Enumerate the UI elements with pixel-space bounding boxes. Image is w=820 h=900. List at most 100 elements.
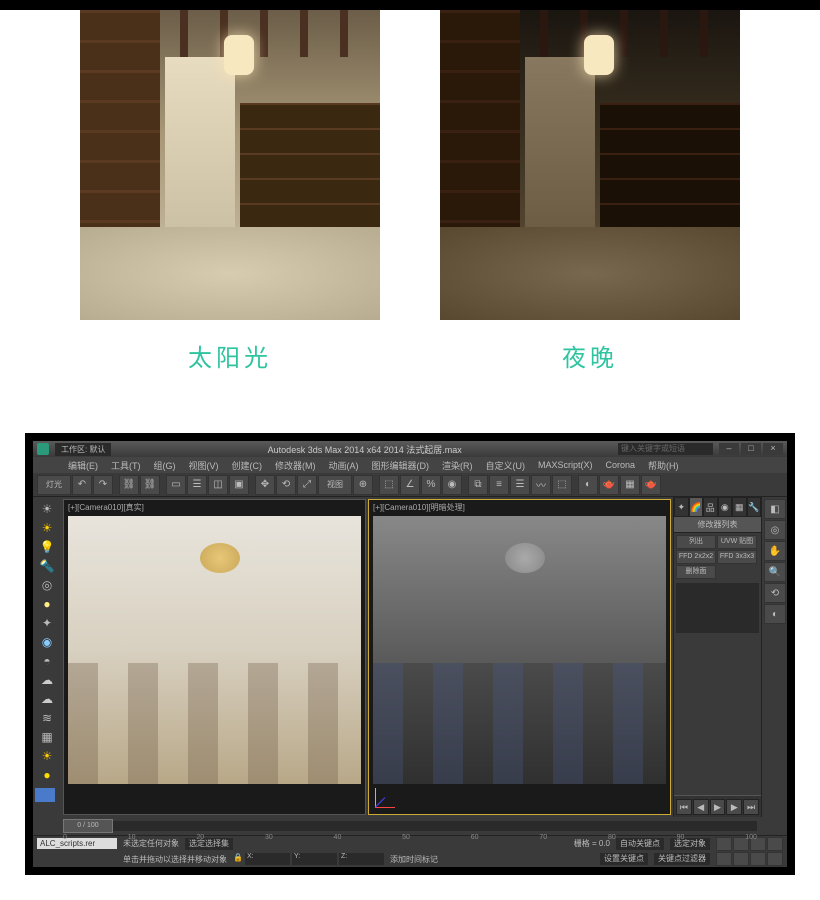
undo-button[interactable]: ↶ [72,475,92,495]
menu-graph[interactable]: 图形编辑器(D) [367,459,435,472]
tab-modify[interactable]: 🌈 [689,497,704,517]
menu-animation[interactable]: 动画(A) [324,459,364,472]
menu-render[interactable]: 渲染(R) [437,459,478,472]
menu-views[interactable]: 视图(V) [184,459,224,472]
close-button[interactable]: × [763,443,783,455]
render-button[interactable]: 🫖 [641,475,661,495]
render-setup-button[interactable]: 🫖 [599,475,619,495]
align-button[interactable]: ≡ [489,475,509,495]
mirror-button[interactable]: ⧉ [468,475,488,495]
next-frame-button[interactable]: ▶ [726,799,742,815]
nav-maximize-icon[interactable] [733,852,749,866]
z-coord-input[interactable]: Z: [339,853,384,865]
goto-start-button[interactable]: ⏮ [676,799,692,815]
viewport-right[interactable]: [+][Camera010][明暗处理] [368,499,671,815]
tab-motion[interactable]: ◉ [718,497,733,517]
sun-icon[interactable]: ☀ [35,518,59,537]
move-button[interactable]: ✥ [255,475,275,495]
sunlight-icon[interactable]: ☀ [35,746,59,765]
yellow-light-icon[interactable]: ● [35,765,59,784]
modifier-stack[interactable] [676,583,759,633]
setkey-button[interactable]: 设置关键点 [600,853,648,865]
fog-icon[interactable]: ≋ [35,708,59,727]
filter-button[interactable]: ▣ [229,475,249,495]
panel-btn-delete[interactable]: 删除面 [676,565,716,579]
environment-icon[interactable]: ☁ [35,689,59,708]
workspace-selector[interactable]: 工作区: 默认 [55,443,111,456]
help-search-input[interactable]: 键入关键字或短语 [618,443,713,455]
percent-snap-button[interactable]: % [421,475,441,495]
menu-tools[interactable]: 工具(T) [106,459,146,472]
render-frame-button[interactable]: ▦ [620,475,640,495]
palette-icon[interactable] [35,788,55,802]
goto-end-button[interactable]: ⏭ [743,799,759,815]
skylight-icon[interactable]: ◓ [35,651,59,670]
spot-light-icon[interactable]: 🔦 [35,556,59,575]
free-light-icon[interactable]: ● [35,594,59,613]
daylight-icon[interactable]: ◉ [35,632,59,651]
redo-button[interactable]: ↷ [93,475,113,495]
panel-btn-ffd3[interactable]: FFD 3x3x3 [717,550,757,564]
link-button[interactable]: ⛓ [119,475,139,495]
minimize-button[interactable]: – [719,443,739,455]
viewport-left-label[interactable]: [+][Camera010][真实] [68,502,144,513]
nav-walk-icon[interactable] [750,852,766,866]
tab-create[interactable]: ✦ [674,497,689,517]
zoom-icon[interactable]: 🔍 [764,562,786,582]
play-button[interactable]: ▶ [710,799,726,815]
scale-button[interactable]: ⤢ [297,475,317,495]
angle-snap-button[interactable]: ∠ [400,475,420,495]
ref-coord-dropdown[interactable]: 视图 [318,475,352,495]
fov-icon[interactable]: ◐ [764,604,786,624]
orbit-icon[interactable]: ⟲ [764,583,786,603]
spinner-snap-button[interactable]: ◉ [442,475,462,495]
nav-fov-icon[interactable] [767,837,783,851]
light-lister-icon[interactable]: ☀ [35,499,59,518]
x-coord-input[interactable]: X: [245,853,290,865]
add-time-tag[interactable]: 添加时间标记 [390,854,438,865]
photometric-icon[interactable]: ✦ [35,613,59,632]
pan-icon[interactable]: ✋ [764,541,786,561]
steering-wheel-icon[interactable]: ◎ [764,520,786,540]
nav-min-max-icon[interactable] [767,852,783,866]
y-coord-input[interactable]: Y: [292,853,337,865]
tab-hierarchy[interactable]: 品 [703,497,718,517]
viewport-left[interactable]: [+][Camera010][真实] [63,499,366,815]
select-name-button[interactable]: ☰ [187,475,207,495]
cloud-icon[interactable]: ☁ [35,670,59,689]
key-filter-button[interactable]: 关键点过滤器 [654,853,710,865]
menu-create[interactable]: 创建(C) [227,459,268,472]
panel-btn-list[interactable]: 列出 [676,535,716,549]
menu-corona[interactable]: Corona [601,460,641,470]
time-slider[interactable]: 0 / 100 0 10 20 30 40 50 60 70 80 90 100 [33,817,787,835]
time-cursor[interactable]: 0 / 100 [63,819,113,833]
maximize-button[interactable]: □ [741,443,761,455]
schematic-button[interactable]: ⬚ [552,475,572,495]
menu-modifiers[interactable]: 修改器(M) [270,459,321,472]
omni-light-icon[interactable]: 💡 [35,537,59,556]
menu-maxscript[interactable]: MAXScript(X) [533,460,598,470]
select-region-button[interactable]: ◫ [208,475,228,495]
pivot-button[interactable]: ⊕ [353,475,373,495]
tab-display[interactable]: ▦ [732,497,747,517]
curve-editor-button[interactable]: 〰 [531,475,551,495]
lights-dropdown[interactable]: 灯光 [37,475,71,495]
menu-group[interactable]: 组(G) [149,459,181,472]
volume-icon[interactable]: ▦ [35,727,59,746]
panel-btn-uvw[interactable]: UVW 贴图 [717,535,757,549]
viewcube-icon[interactable]: ◧ [764,499,786,519]
modifier-list-header[interactable]: 修改器列表 [674,517,761,533]
target-light-icon[interactable]: ◎ [35,575,59,594]
tab-utilities[interactable]: 🔧 [747,497,762,517]
panel-btn-ffd2[interactable]: FFD 2x2x2 [676,550,716,564]
menu-edit[interactable]: 编辑(E) [63,459,103,472]
viewport-right-label[interactable]: [+][Camera010][明暗处理] [373,502,465,513]
menu-customize[interactable]: 自定义(U) [481,459,531,472]
prev-frame-button[interactable]: ◀ [693,799,709,815]
app-icon[interactable] [37,443,49,455]
nav-orbit-icon[interactable] [716,852,732,866]
unlink-button[interactable]: ⛓ [140,475,160,495]
menu-help[interactable]: 帮助(H) [643,459,684,472]
select-button[interactable]: ▭ [166,475,186,495]
rotate-button[interactable]: ⟲ [276,475,296,495]
